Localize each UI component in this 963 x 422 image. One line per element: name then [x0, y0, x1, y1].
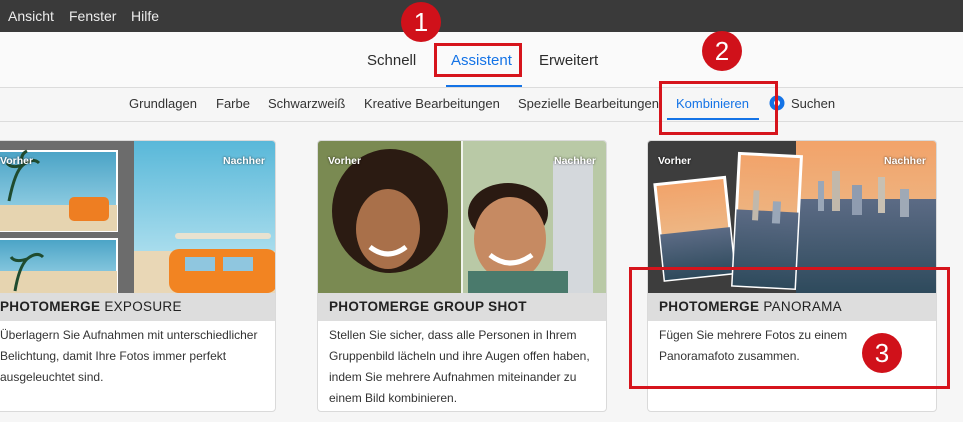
- card-title: PHOTOMERGE EXPOSURE: [0, 299, 182, 314]
- card-title-feature: GROUP SHOT: [433, 299, 527, 314]
- card-title-feature: EXPOSURE: [104, 299, 182, 314]
- tab-grundlagen[interactable]: Grundlagen: [129, 96, 197, 111]
- active-tab-indicator: [446, 85, 522, 87]
- tab-schnell[interactable]: Schnell: [367, 52, 416, 69]
- highlight-box-panorama: [629, 267, 950, 389]
- before-label: Vorher: [658, 155, 692, 167]
- menu-fenster[interactable]: Fenster: [69, 8, 116, 24]
- tab-spezielle-bearbeitungen[interactable]: Spezielle Bearbeitungen: [518, 96, 659, 111]
- guided-category-bar: Grundlagen Farbe Schwarzweiß Kreative Be…: [0, 88, 963, 122]
- menu-bar: Ansicht Fenster Hilfe: [0, 0, 963, 32]
- highlight-box-assistent: [434, 43, 522, 77]
- before-label: Vorher: [328, 155, 362, 167]
- after-label: Nachher: [553, 155, 596, 167]
- menu-ansicht[interactable]: Ansicht: [8, 8, 54, 24]
- tab-suchen[interactable]: Suchen: [791, 96, 835, 111]
- card-description: Überlagern Sie Aufnahmen mit unterschied…: [0, 328, 258, 384]
- card-photomerge-group-shot[interactable]: Vorher Nachher PHOTOMERGE GROUP SHOT Ste…: [317, 140, 607, 412]
- card-title-bar: PHOTOMERGE GROUP SHOT: [318, 293, 606, 321]
- card-title-brand: PHOTOMERGE: [329, 299, 430, 314]
- tab-erweitert[interactable]: Erweitert: [539, 52, 598, 69]
- menu-hilfe[interactable]: Hilfe: [131, 8, 159, 24]
- callout-badge-1: 1: [401, 2, 441, 42]
- before-label: Vorher: [0, 155, 34, 167]
- tab-schwarzweiss[interactable]: Schwarzweiß: [268, 96, 345, 111]
- callout-badge-3: 3: [862, 333, 902, 373]
- card-image-exposure: Vorher Nachher: [0, 141, 275, 293]
- highlight-box-kombinieren: [659, 81, 778, 135]
- tab-kreative-bearbeitungen[interactable]: Kreative Bearbeitungen: [364, 96, 500, 111]
- after-label: Nachher: [883, 155, 926, 167]
- callout-badge-2: 2: [702, 31, 742, 71]
- card-description: Stellen Sie sicher, dass alle Personen i…: [329, 328, 590, 405]
- card-title-brand: PHOTOMERGE: [0, 299, 101, 314]
- card-image-group-shot: Vorher Nachher: [318, 141, 606, 293]
- card-photomerge-exposure[interactable]: Vorher Nachher PHOTOMERGE EXPOSURE Überl…: [0, 140, 276, 412]
- tab-farbe[interactable]: Farbe: [216, 96, 250, 111]
- card-title: PHOTOMERGE GROUP SHOT: [329, 299, 527, 314]
- card-title-bar: PHOTOMERGE EXPOSURE: [0, 293, 275, 321]
- after-label: Nachher: [222, 155, 265, 167]
